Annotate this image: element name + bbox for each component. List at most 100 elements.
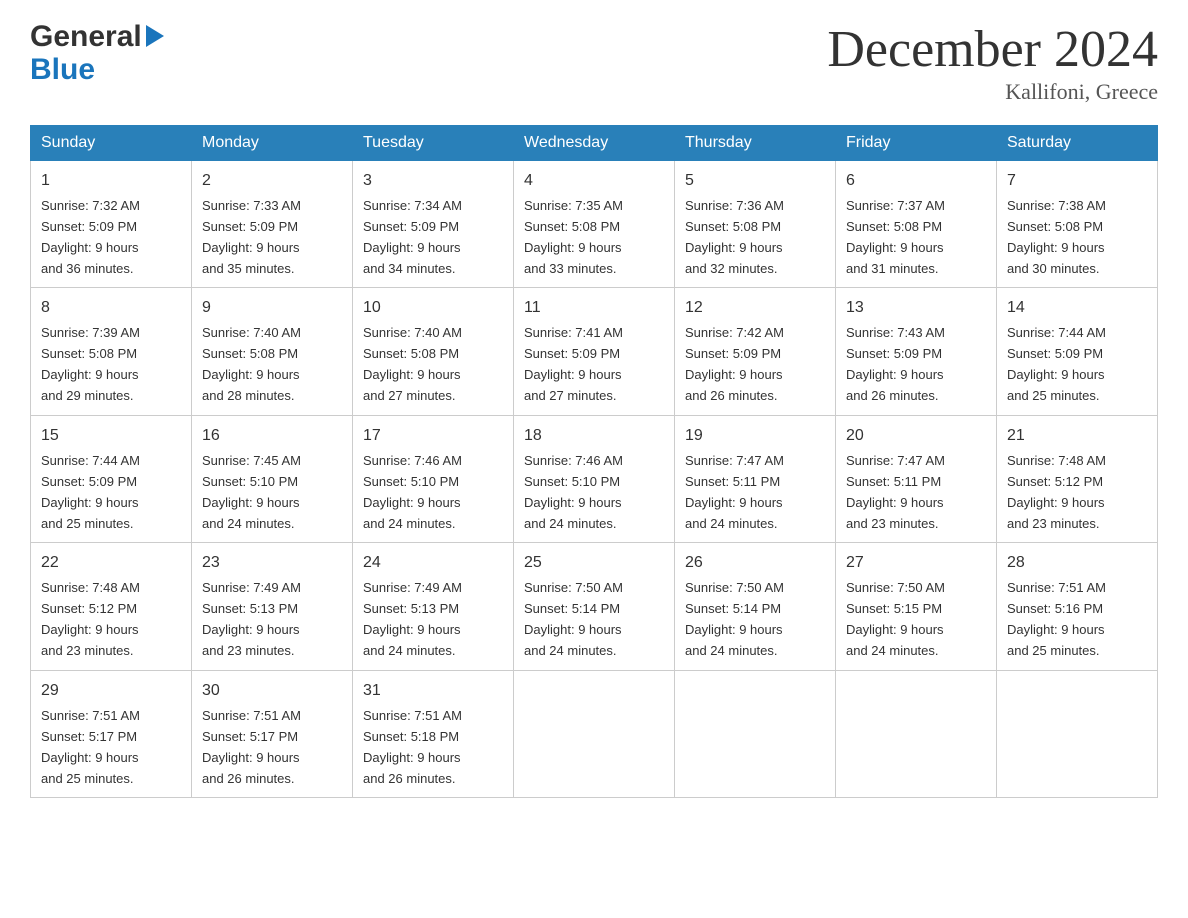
title-block: December 2024 Kallifoni, Greece [827,20,1158,105]
day-info: Sunrise: 7:46 AMSunset: 5:10 PMDaylight:… [363,453,462,531]
day-info: Sunrise: 7:42 AMSunset: 5:09 PMDaylight:… [685,325,784,403]
day-info: Sunrise: 7:32 AMSunset: 5:09 PMDaylight:… [41,198,140,276]
header-tuesday: Tuesday [353,126,514,161]
day-number: 30 [202,679,342,704]
logo: General Blue [30,20,164,86]
day-number: 12 [685,296,825,321]
calendar-week-row: 29Sunrise: 7:51 AMSunset: 5:17 PMDayligh… [31,670,1158,797]
day-number: 27 [846,551,986,576]
day-number: 14 [1007,296,1147,321]
day-info: Sunrise: 7:48 AMSunset: 5:12 PMDaylight:… [41,580,140,658]
day-number: 22 [41,551,181,576]
table-row [514,670,675,797]
day-info: Sunrise: 7:41 AMSunset: 5:09 PMDaylight:… [524,325,623,403]
table-row: 21 Sunrise: 7:48 AMSunset: 5:12 PMDayligh… [997,415,1158,542]
table-row: 19 Sunrise: 7:47 AMSunset: 5:11 PMDayligh… [675,415,836,542]
table-row: 6 Sunrise: 7:37 AMSunset: 5:08 PMDaylight… [836,161,997,288]
table-row: 25 Sunrise: 7:50 AMSunset: 5:14 PMDayligh… [514,543,675,670]
day-number: 3 [363,169,503,194]
table-row [675,670,836,797]
day-info: Sunrise: 7:35 AMSunset: 5:08 PMDaylight:… [524,198,623,276]
day-info: Sunrise: 7:51 AMSunset: 5:18 PMDaylight:… [363,708,462,786]
day-info: Sunrise: 7:51 AMSunset: 5:16 PMDaylight:… [1007,580,1106,658]
calendar-week-row: 1 Sunrise: 7:32 AMSunset: 5:09 PMDaylight… [31,161,1158,288]
day-info: Sunrise: 7:51 AMSunset: 5:17 PMDaylight:… [41,708,140,786]
day-number: 28 [1007,551,1147,576]
logo-general: General [30,20,142,53]
day-number: 6 [846,169,986,194]
table-row [836,670,997,797]
table-row: 22 Sunrise: 7:48 AMSunset: 5:12 PMDayligh… [31,543,192,670]
table-row: 13 Sunrise: 7:43 AMSunset: 5:09 PMDayligh… [836,288,997,415]
day-number: 10 [363,296,503,321]
day-info: Sunrise: 7:50 AMSunset: 5:14 PMDaylight:… [685,580,784,658]
day-number: 1 [41,169,181,194]
day-info: Sunrise: 7:43 AMSunset: 5:09 PMDaylight:… [846,325,945,403]
day-info: Sunrise: 7:36 AMSunset: 5:08 PMDaylight:… [685,198,784,276]
logo-arrow-icon [146,25,164,49]
calendar-week-row: 15Sunrise: 7:44 AMSunset: 5:09 PMDayligh… [31,415,1158,542]
day-info: Sunrise: 7:46 AMSunset: 5:10 PMDaylight:… [524,453,623,531]
day-info: Sunrise: 7:49 AMSunset: 5:13 PMDaylight:… [363,580,462,658]
day-info: Sunrise: 7:45 AMSunset: 5:10 PMDaylight:… [202,453,301,531]
table-row: 31 Sunrise: 7:51 AMSunset: 5:18 PMDayligh… [353,670,514,797]
day-info: Sunrise: 7:48 AMSunset: 5:12 PMDaylight:… [1007,453,1106,531]
table-row: 16 Sunrise: 7:45 AMSunset: 5:10 PMDayligh… [192,415,353,542]
day-number: 5 [685,169,825,194]
table-row: 15Sunrise: 7:44 AMSunset: 5:09 PMDayligh… [31,415,192,542]
table-row: 3 Sunrise: 7:34 AMSunset: 5:09 PMDaylight… [353,161,514,288]
day-info: Sunrise: 7:44 AMSunset: 5:09 PMDaylight:… [1007,325,1106,403]
table-row: 23Sunrise: 7:49 AMSunset: 5:13 PMDayligh… [192,543,353,670]
day-number: 21 [1007,424,1147,449]
day-info: Sunrise: 7:47 AMSunset: 5:11 PMDaylight:… [846,453,945,531]
table-row: 26 Sunrise: 7:50 AMSunset: 5:14 PMDayligh… [675,543,836,670]
header-friday: Friday [836,126,997,161]
day-number: 4 [524,169,664,194]
table-row: 30Sunrise: 7:51 AMSunset: 5:17 PMDayligh… [192,670,353,797]
day-number: 18 [524,424,664,449]
table-row: 24Sunrise: 7:49 AMSunset: 5:13 PMDayligh… [353,543,514,670]
month-title: December 2024 [827,20,1158,79]
header-wednesday: Wednesday [514,126,675,161]
day-info: Sunrise: 7:44 AMSunset: 5:09 PMDaylight:… [41,453,140,531]
table-row: 11 Sunrise: 7:41 AMSunset: 5:09 PMDayligh… [514,288,675,415]
calendar-week-row: 22 Sunrise: 7:48 AMSunset: 5:12 PMDayligh… [31,543,1158,670]
header-sunday: Sunday [31,126,192,161]
day-info: Sunrise: 7:49 AMSunset: 5:13 PMDaylight:… [202,580,301,658]
table-row: 8Sunrise: 7:39 AMSunset: 5:08 PMDaylight… [31,288,192,415]
day-number: 19 [685,424,825,449]
header-monday: Monday [192,126,353,161]
logo-blue: Blue [30,53,95,86]
day-number: 20 [846,424,986,449]
table-row: 9Sunrise: 7:40 AMSunset: 5:08 PMDaylight… [192,288,353,415]
table-row: 29Sunrise: 7:51 AMSunset: 5:17 PMDayligh… [31,670,192,797]
page-header: General Blue December 2024 Kallifoni, Gr… [30,20,1158,105]
day-number: 2 [202,169,342,194]
table-row: 1 Sunrise: 7:32 AMSunset: 5:09 PMDaylight… [31,161,192,288]
day-info: Sunrise: 7:40 AMSunset: 5:08 PMDaylight:… [202,325,301,403]
calendar-header-row: Sunday Monday Tuesday Wednesday Thursday… [31,126,1158,161]
header-saturday: Saturday [997,126,1158,161]
day-info: Sunrise: 7:50 AMSunset: 5:14 PMDaylight:… [524,580,623,658]
location: Kallifoni, Greece [827,79,1158,105]
day-info: Sunrise: 7:33 AMSunset: 5:09 PMDaylight:… [202,198,301,276]
table-row: 5 Sunrise: 7:36 AMSunset: 5:08 PMDaylight… [675,161,836,288]
day-number: 26 [685,551,825,576]
table-row: 27Sunrise: 7:50 AMSunset: 5:15 PMDayligh… [836,543,997,670]
table-row: 28 Sunrise: 7:51 AMSunset: 5:16 PMDayligh… [997,543,1158,670]
day-number: 31 [363,679,503,704]
day-number: 16 [202,424,342,449]
day-info: Sunrise: 7:34 AMSunset: 5:09 PMDaylight:… [363,198,462,276]
table-row [997,670,1158,797]
day-number: 13 [846,296,986,321]
day-info: Sunrise: 7:47 AMSunset: 5:11 PMDaylight:… [685,453,784,531]
table-row: 7Sunrise: 7:38 AMSunset: 5:08 PMDaylight… [997,161,1158,288]
calendar-table: Sunday Monday Tuesday Wednesday Thursday… [30,125,1158,798]
day-info: Sunrise: 7:38 AMSunset: 5:08 PMDaylight:… [1007,198,1106,276]
table-row: 14 Sunrise: 7:44 AMSunset: 5:09 PMDayligh… [997,288,1158,415]
day-info: Sunrise: 7:39 AMSunset: 5:08 PMDaylight:… [41,325,140,403]
day-number: 25 [524,551,664,576]
table-row: 20 Sunrise: 7:47 AMSunset: 5:11 PMDayligh… [836,415,997,542]
day-info: Sunrise: 7:37 AMSunset: 5:08 PMDaylight:… [846,198,945,276]
day-number: 11 [524,296,664,321]
